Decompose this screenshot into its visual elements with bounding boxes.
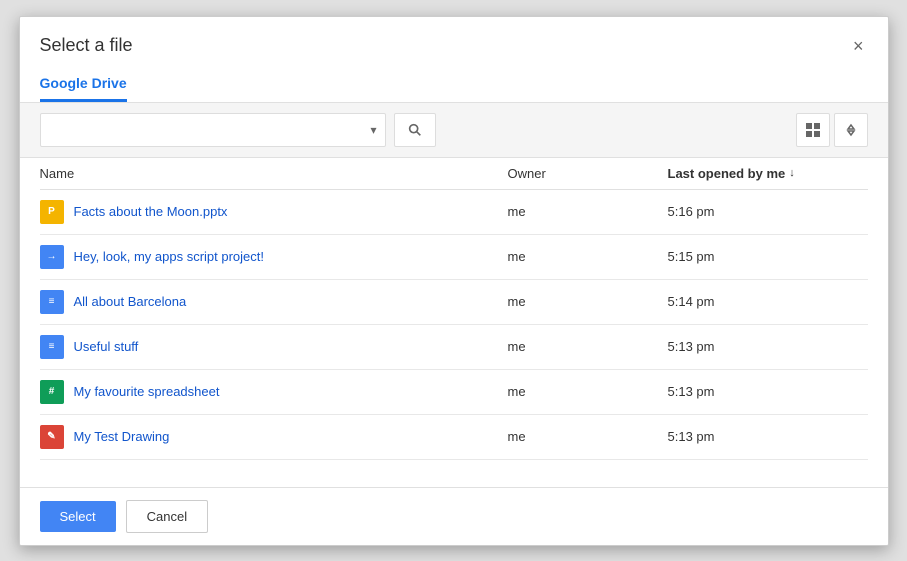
dialog-header: Select a file × [20,17,888,59]
search-input[interactable] [41,122,363,137]
cancel-button[interactable]: Cancel [126,500,208,533]
sort-icon [843,122,859,138]
search-icon [407,122,423,138]
table-header: Name Owner Last opened by me ↓ [40,158,868,190]
file-name: Useful stuff [74,339,139,354]
file-table: Name Owner Last opened by me ↓ P Facts a… [20,158,888,487]
select-file-dialog: Select a file × Google Drive ▾ [19,16,889,546]
search-go-button[interactable] [394,113,436,147]
file-owner: me [508,339,668,354]
file-date: 5:13 pm [668,429,868,444]
file-icon-script: → [40,245,64,269]
dialog-title: Select a file [40,35,133,56]
file-name: Facts about the Moon.pptx [74,204,228,219]
file-icon-drawing: ✎ [40,425,64,449]
file-name-cell: ≡ Useful stuff [40,335,508,359]
dialog-footer: Select Cancel [20,487,888,545]
select-button[interactable]: Select [40,501,116,532]
close-button[interactable]: × [849,33,868,59]
file-name-cell: ≡ All about Barcelona [40,290,508,314]
file-owner: me [508,294,668,309]
col-name-header: Name [40,166,508,181]
file-icon-doc: ≡ [40,335,64,359]
col-date-header[interactable]: Last opened by me ↓ [668,166,868,181]
file-name-cell: # My favourite spreadsheet [40,380,508,404]
file-name-cell: ✎ My Test Drawing [40,425,508,449]
table-row[interactable]: ≡ Useful stuff me 5:13 pm [40,325,868,370]
file-date: 5:16 pm [668,204,868,219]
file-date: 5:15 pm [668,249,868,264]
table-row[interactable]: ≡ All about Barcelona me 5:14 pm [40,280,868,325]
search-container: ▾ [40,113,386,147]
file-icon-sheet: # [40,380,64,404]
table-row[interactable]: P Facts about the Moon.pptx me 5:16 pm [40,190,868,235]
table-row[interactable]: # My favourite spreadsheet me 5:13 pm [40,370,868,415]
col-owner-header: Owner [508,166,668,181]
file-date: 5:13 pm [668,339,868,354]
file-name: Hey, look, my apps script project! [74,249,265,264]
sort-view-button[interactable] [834,113,868,147]
file-name-cell: → Hey, look, my apps script project! [40,245,508,269]
search-dropdown-button[interactable]: ▾ [362,123,384,137]
file-owner: me [508,249,668,264]
grid-view-button[interactable] [796,113,830,147]
file-owner: me [508,429,668,444]
file-owner: me [508,204,668,219]
toolbar: ▾ [20,102,888,158]
file-name-cell: P Facts about the Moon.pptx [40,200,508,224]
view-buttons [796,113,868,147]
file-name: All about Barcelona [74,294,187,309]
grid-icon [805,122,821,138]
file-date: 5:14 pm [668,294,868,309]
tabs-bar: Google Drive [20,67,888,102]
tab-google-drive[interactable]: Google Drive [40,67,127,102]
file-name: My Test Drawing [74,429,170,444]
table-row[interactable]: ✎ My Test Drawing me 5:13 pm [40,415,868,460]
file-icon-pptx: P [40,200,64,224]
file-name: My favourite spreadsheet [74,384,220,399]
file-icon-doc: ≡ [40,290,64,314]
file-owner: me [508,384,668,399]
table-row[interactable]: → Hey, look, my apps script project! me … [40,235,868,280]
file-date: 5:13 pm [668,384,868,399]
